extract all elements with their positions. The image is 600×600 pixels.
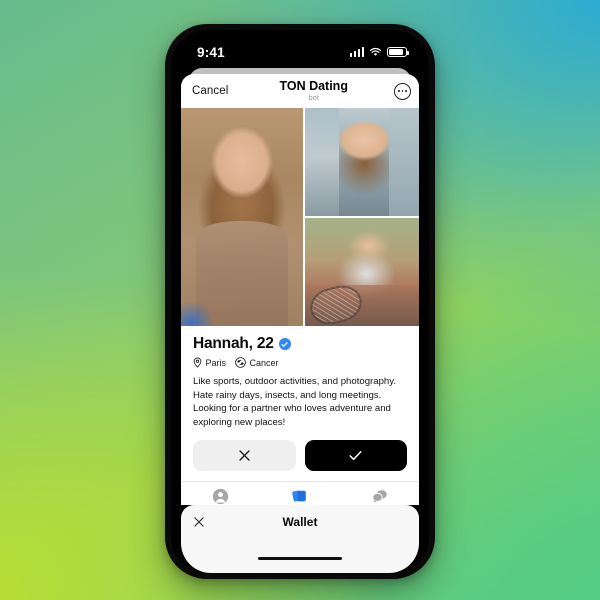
profile-photo-secondary-1[interactable] — [304, 108, 419, 216]
home-indicator[interactable] — [258, 556, 342, 560]
wallet-title: Wallet — [282, 515, 318, 529]
swipe-actions — [181, 429, 419, 482]
cancel-button[interactable]: Cancel — [189, 83, 231, 99]
battery-icon — [387, 47, 409, 57]
status-bar-icons — [349, 47, 409, 57]
profile-photo-grid — [181, 108, 419, 326]
profile-zodiac: Cancer — [235, 357, 279, 368]
checkmark-icon — [349, 451, 362, 461]
bottom-tab-bar: Profile Discover — [181, 481, 419, 505]
wallet-header: Wallet — [181, 505, 419, 539]
profile-location-label: Paris — [205, 357, 227, 368]
chat-bubbles-icon — [372, 490, 387, 504]
cancer-zodiac-icon — [235, 357, 246, 368]
profile-photo-main[interactable] — [181, 108, 303, 326]
webapp-title-block: TON Dating bot — [279, 79, 348, 103]
signal-bars-icon — [349, 47, 364, 57]
profile-location: Paris — [193, 357, 226, 368]
phone-screen: 9:41 Cancel TON Dating bot Hannah, 22 Pa… — [171, 30, 429, 573]
status-bar-clock: 9:41 — [197, 44, 225, 60]
profile-name: Hannah, 22 — [193, 335, 274, 352]
phone-device-frame: 9:41 Cancel TON Dating bot Hannah, 22 Pa… — [165, 24, 435, 579]
verified-badge-icon — [278, 337, 292, 351]
webapp-panel: Cancel TON Dating bot Hannah, 22 Paris C… — [181, 74, 419, 505]
profile-meta-row: Paris Cancer — [193, 357, 407, 368]
more-options-icon[interactable] — [394, 82, 411, 100]
webapp-header: Cancel TON Dating bot — [181, 74, 419, 108]
profile-photo-secondary-2[interactable] — [304, 218, 419, 326]
person-circle-icon — [213, 489, 229, 505]
wallet-sheet: Wallet — [181, 505, 419, 573]
location-pin-icon — [193, 357, 202, 368]
profile-zodiac-label: Cancer — [249, 357, 279, 368]
profile-name-row: Hannah, 22 — [193, 335, 407, 353]
reject-button[interactable] — [193, 440, 296, 472]
stacked-cards-icon — [292, 490, 307, 502]
tab-chat[interactable]: Chat — [340, 488, 419, 505]
tab-profile[interactable]: Profile — [181, 488, 260, 505]
status-bar: 9:41 — [171, 30, 429, 68]
tab-discover[interactable]: Discover — [260, 488, 339, 505]
close-x-icon — [239, 450, 250, 462]
like-button[interactable] — [304, 440, 407, 472]
screenshot-scene: 9:41 Cancel TON Dating bot Hannah, 22 Pa… — [0, 0, 600, 600]
profile-bio: Like sports, outdoor activities, and pho… — [193, 376, 397, 428]
wifi-icon — [369, 48, 382, 56]
webapp-subtitle: bot — [308, 93, 319, 103]
webapp-title: TON Dating — [279, 79, 348, 93]
profile-info: Hannah, 22 Paris Cancer Like sports, out… — [181, 326, 419, 430]
